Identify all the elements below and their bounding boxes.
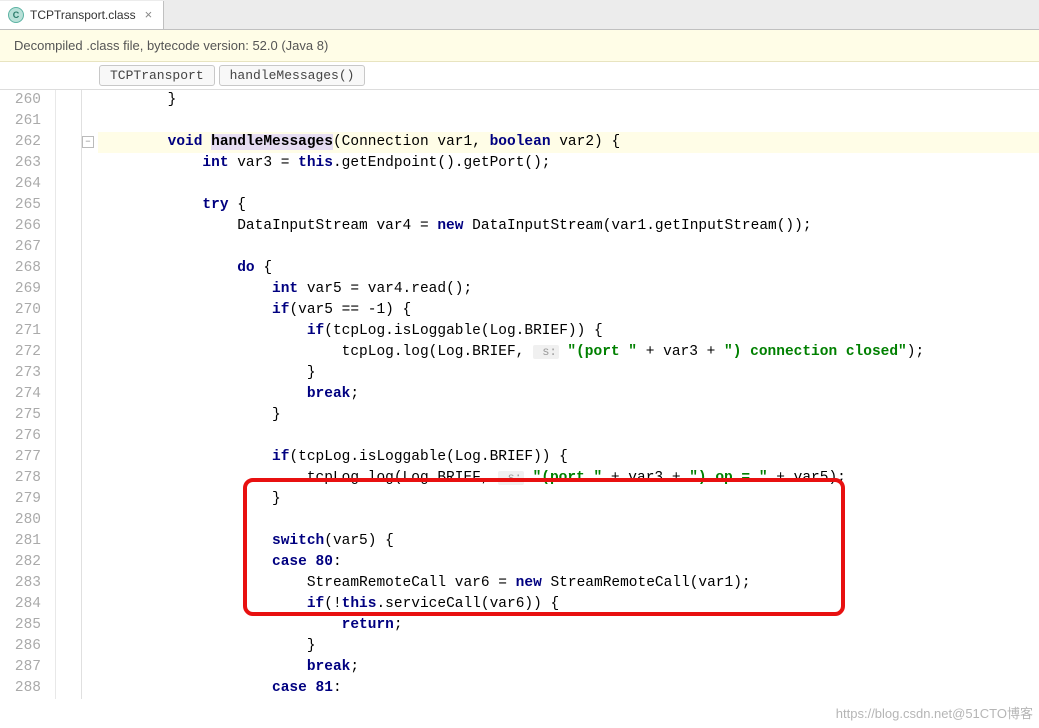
code-line: tcpLog.log(Log.BRIEF, s: "(port " + var3… (98, 468, 1039, 489)
code-line: } (98, 90, 1039, 111)
code-line: } (98, 489, 1039, 510)
code-editor[interactable]: 260 261 262 263 264 265 266 267 268 269 … (0, 90, 1039, 699)
code-line: int var3 = this.getEndpoint().getPort(); (98, 153, 1039, 174)
code-line: void handleMessages(Connection var1, boo… (98, 132, 1039, 153)
annotation-gutter (56, 90, 82, 699)
code-line: StreamRemoteCall var6 = new StreamRemote… (98, 573, 1039, 594)
code-line: DataInputStream var4 = new DataInputStre… (98, 216, 1039, 237)
code-line: switch(var5) { (98, 531, 1039, 552)
breadcrumb-class[interactable]: TCPTransport (99, 65, 215, 86)
code-line: tcpLog.log(Log.BRIEF, s: "(port " + var3… (98, 342, 1039, 363)
code-line: if(tcpLog.isLoggable(Log.BRIEF)) { (98, 447, 1039, 468)
code-line: case 80: (98, 552, 1039, 573)
code-line: break; (98, 657, 1039, 678)
watermark: https://blog.csdn.net@51CTO博客 (836, 703, 1033, 722)
close-icon[interactable]: × (142, 7, 156, 22)
code-line: try { (98, 195, 1039, 216)
breadcrumb-method[interactable]: handleMessages() (219, 65, 366, 86)
code-line: return; (98, 615, 1039, 636)
class-file-icon: C (8, 7, 24, 23)
code-line: if(var5 == -1) { (98, 300, 1039, 321)
decompiled-info-bar: Decompiled .class file, bytecode version… (0, 30, 1039, 62)
code-content[interactable]: } void handleMessages(Connection var1, b… (98, 90, 1039, 699)
code-line: case 81: (98, 678, 1039, 699)
tab-bar: C TCPTransport.class × (0, 0, 1039, 30)
file-tab[interactable]: C TCPTransport.class × (0, 1, 164, 29)
line-number-gutter: 260 261 262 263 264 265 266 267 268 269 … (0, 90, 56, 699)
fold-gutter: − (82, 90, 98, 699)
tab-label: TCPTransport.class (30, 8, 136, 22)
code-line: if(tcpLog.isLoggable(Log.BRIEF)) { (98, 321, 1039, 342)
code-line: break; (98, 384, 1039, 405)
breadcrumb: TCPTransport handleMessages() (0, 62, 1039, 90)
code-line: } (98, 363, 1039, 384)
code-line: int var5 = var4.read(); (98, 279, 1039, 300)
code-line: do { (98, 258, 1039, 279)
fold-marker-icon[interactable]: − (82, 136, 94, 148)
code-line: } (98, 405, 1039, 426)
code-line: if(!this.serviceCall(var6)) { (98, 594, 1039, 615)
code-line: } (98, 636, 1039, 657)
